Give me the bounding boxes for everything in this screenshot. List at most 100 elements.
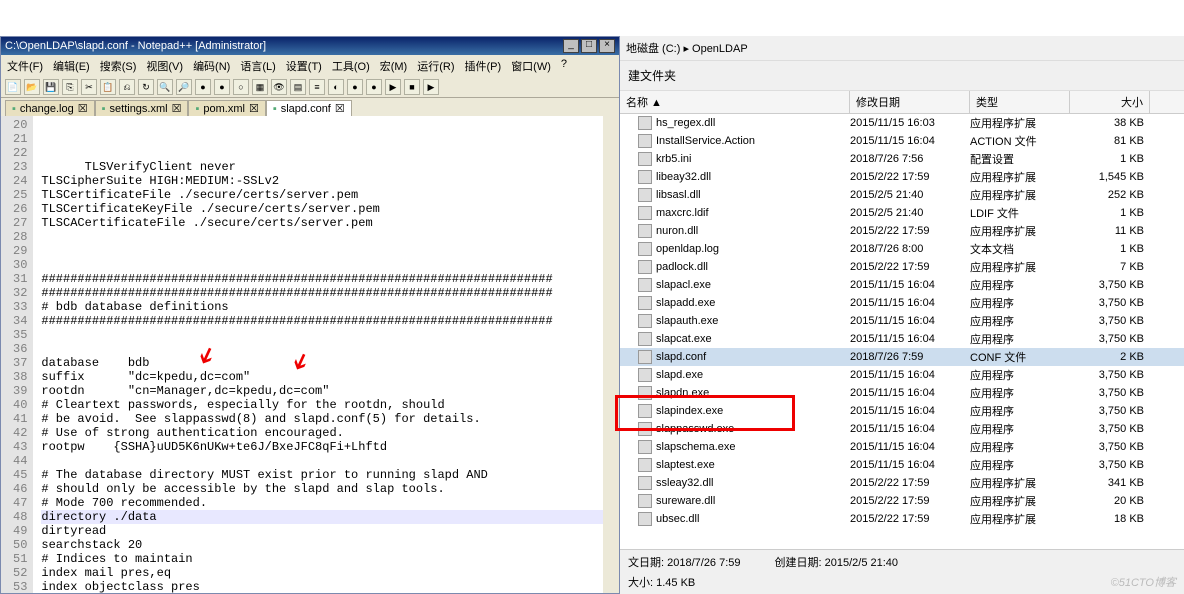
npp-titlebar[interactable]: C:\OpenLDAP\slapd.conf - Notepad++ [Admi… — [1, 37, 619, 55]
toolbar-icon[interactable]: ● — [347, 79, 363, 95]
file-row[interactable]: slapcat.exe2015/11/15 16:04应用程序3,750 KB — [620, 330, 1184, 348]
toolbar-icon[interactable]: 🔍 — [157, 79, 173, 95]
menu-item[interactable]: ? — [559, 57, 569, 75]
file-list[interactable]: hs_regex.dll2015/11/15 16:03应用程序扩展38 KBI… — [620, 114, 1184, 549]
file-row[interactable]: InstallService.Action2015/11/15 16:04ACT… — [620, 132, 1184, 150]
file-row[interactable]: slapschema.exe2015/11/15 16:04应用程序3,750 … — [620, 438, 1184, 456]
toolbar-icon[interactable]: 👁 — [271, 79, 287, 95]
npp-code-area[interactable]: ➔ ➔ TLSVerifyClient never TLSCipherSuite… — [33, 116, 603, 593]
toolbar-icon[interactable]: ⎌ — [119, 79, 135, 95]
file-row[interactable]: padlock.dll2015/2/22 17:59应用程序扩展7 KB — [620, 258, 1184, 276]
editor-tab[interactable]: ▪change.log☒ — [5, 100, 95, 116]
code-line[interactable]: TLSCipherSuite HIGH:MEDIUM:-SSLv2 — [41, 174, 279, 188]
toolbar-icon[interactable]: ▦ — [252, 79, 268, 95]
close-button[interactable]: × — [599, 39, 615, 53]
toolbar-icon[interactable]: ○ — [233, 79, 249, 95]
file-row[interactable]: ssleay32.dll2015/2/22 17:59应用程序扩展341 KB — [620, 474, 1184, 492]
file-row[interactable]: hs_regex.dll2015/11/15 16:03应用程序扩展38 KB — [620, 114, 1184, 132]
menu-item[interactable]: 编辑(E) — [51, 57, 92, 75]
toolbar-icon[interactable]: ▤ — [290, 79, 306, 95]
menu-item[interactable]: 插件(P) — [463, 57, 504, 75]
toolbar-icon[interactable]: ≡ — [309, 79, 325, 95]
file-row[interactable]: slapadd.exe2015/11/15 16:04应用程序3,750 KB — [620, 294, 1184, 312]
file-row[interactable]: nuron.dll2015/2/22 17:59应用程序扩展11 KB — [620, 222, 1184, 240]
file-row[interactable]: slaptest.exe2015/11/15 16:04应用程序3,750 KB — [620, 456, 1184, 474]
code-line[interactable]: # Mode 700 recommended. — [41, 496, 207, 510]
file-row[interactable]: slapauth.exe2015/11/15 16:04应用程序3,750 KB — [620, 312, 1184, 330]
tab-close-icon[interactable]: ☒ — [172, 102, 182, 115]
editor-tab[interactable]: ▪settings.xml☒ — [95, 100, 189, 116]
file-row[interactable]: slapd.exe2015/11/15 16:04应用程序3,750 KB — [620, 366, 1184, 384]
col-type[interactable]: 类型 — [970, 91, 1070, 113]
code-line[interactable]: # should only be accessible by the slapd… — [41, 482, 444, 496]
file-row[interactable]: krb5.ini2018/7/26 7:56配置设置1 KB — [620, 150, 1184, 168]
menu-item[interactable]: 视图(V) — [144, 57, 185, 75]
toolbar-icon[interactable]: 📂 — [24, 79, 40, 95]
code-line[interactable]: rootpw {SSHA}uUD5K6nUKw+te6J/BxeJFC8qFi+… — [41, 440, 387, 454]
code-line[interactable]: rootdn "cn=Manager,dc=kpedu,dc=com" — [41, 384, 329, 398]
code-line[interactable]: TLSCertificateKeyFile ./secure/certs/ser… — [41, 202, 379, 216]
file-row[interactable]: openldap.log2018/7/26 8:00文本文档1 KB — [620, 240, 1184, 258]
menu-item[interactable]: 运行(R) — [415, 57, 456, 75]
new-folder-button[interactable]: 建文件夹 — [620, 61, 1184, 91]
toolbar-icon[interactable]: ■ — [404, 79, 420, 95]
code-line[interactable]: suffix "dc=kpedu,dc=com" — [41, 370, 250, 384]
code-line[interactable]: database bdb — [41, 356, 149, 370]
file-row[interactable]: slapacl.exe2015/11/15 16:04应用程序3,750 KB — [620, 276, 1184, 294]
col-size[interactable]: 大小 — [1070, 91, 1150, 113]
file-row[interactable]: slappasswd.exe2015/11/15 16:04应用程序3,750 … — [620, 420, 1184, 438]
menu-item[interactable]: 设置(T) — [284, 57, 324, 75]
col-name[interactable]: 名称 ▲ — [620, 91, 850, 113]
code-line[interactable]: directory ./data — [41, 510, 603, 524]
code-line[interactable]: # The database directory MUST exist prio… — [41, 468, 487, 482]
code-line[interactable]: index mail pres,eq — [41, 566, 171, 580]
code-line[interactable]: index objectclass pres — [41, 580, 199, 593]
vertical-scrollbar[interactable] — [603, 116, 619, 593]
toolbar-icon[interactable]: ⎘ — [62, 79, 78, 95]
toolbar-icon[interactable]: ↻ — [138, 79, 154, 95]
file-row[interactable]: slapd.conf2018/7/26 7:59CONF 文件2 KB — [620, 348, 1184, 366]
toolbar-icon[interactable]: ● — [366, 79, 382, 95]
tab-close-icon[interactable]: ☒ — [78, 102, 88, 115]
toolbar-icon[interactable]: ● — [214, 79, 230, 95]
code-line[interactable]: ########################################… — [41, 286, 552, 300]
toolbar-icon[interactable]: 📋 — [100, 79, 116, 95]
tab-close-icon[interactable]: ☒ — [249, 102, 259, 115]
menu-item[interactable]: 语言(L) — [238, 57, 277, 75]
code-line[interactable]: dirtyread — [41, 524, 106, 538]
explorer-columns[interactable]: 名称 ▲ 修改日期 类型 大小 — [620, 91, 1184, 114]
menu-item[interactable]: 搜索(S) — [98, 57, 139, 75]
code-line[interactable]: TLSCACertificateFile ./secure/certs/serv… — [41, 216, 372, 230]
code-line[interactable]: searchstack 20 — [41, 538, 142, 552]
file-row[interactable]: slapdn.exe2015/11/15 16:04应用程序3,750 KB — [620, 384, 1184, 402]
toolbar-icon[interactable]: ▶ — [423, 79, 439, 95]
npp-editor[interactable]: 20 21 22 23 24 25 26 27 28 29 30 31 32 3… — [1, 116, 619, 593]
file-row[interactable]: libsasl.dll2015/2/5 21:40应用程序扩展252 KB — [620, 186, 1184, 204]
toolbar-icon[interactable]: 💾 — [43, 79, 59, 95]
editor-tab[interactable]: ▪slapd.conf☒ — [266, 100, 352, 116]
toolbar-icon[interactable]: 📄 — [5, 79, 21, 95]
menu-item[interactable]: 宏(M) — [378, 57, 410, 75]
toolbar-icon[interactable]: ● — [195, 79, 211, 95]
code-line[interactable]: ########################################… — [41, 314, 552, 328]
file-row[interactable]: ubsec.dll2015/2/22 17:59应用程序扩展18 KB — [620, 510, 1184, 528]
editor-tab[interactable]: ▪pom.xml☒ — [188, 100, 265, 116]
toolbar-icon[interactable]: ◐ — [328, 79, 344, 95]
maximize-button[interactable]: □ — [581, 39, 597, 53]
menu-item[interactable]: 窗口(W) — [509, 57, 553, 75]
menu-item[interactable]: 文件(F) — [5, 57, 45, 75]
file-row[interactable]: libeay32.dll2015/2/22 17:59应用程序扩展1,545 K… — [620, 168, 1184, 186]
code-line[interactable]: # Use of strong authentication encourage… — [41, 426, 343, 440]
explorer-address[interactable]: 地磁盘 (C:) ▸ OpenLDAP — [620, 36, 1184, 61]
col-date[interactable]: 修改日期 — [850, 91, 970, 113]
code-line[interactable]: ########################################… — [41, 272, 552, 286]
menu-item[interactable]: 工具(O) — [330, 57, 372, 75]
code-line[interactable]: # bdb database definitions — [41, 300, 228, 314]
file-row[interactable]: maxcrc.ldif2015/2/5 21:40LDIF 文件1 KB — [620, 204, 1184, 222]
code-line[interactable]: TLSVerifyClient never — [85, 160, 236, 174]
code-line[interactable]: # Indices to maintain — [41, 552, 192, 566]
code-line[interactable]: # be avoid. See slappasswd(8) and slapd.… — [41, 412, 480, 426]
file-row[interactable]: slapindex.exe2015/11/15 16:04应用程序3,750 K… — [620, 402, 1184, 420]
code-line[interactable]: TLSCertificateFile ./secure/certs/server… — [41, 188, 358, 202]
minimize-button[interactable]: _ — [563, 39, 579, 53]
